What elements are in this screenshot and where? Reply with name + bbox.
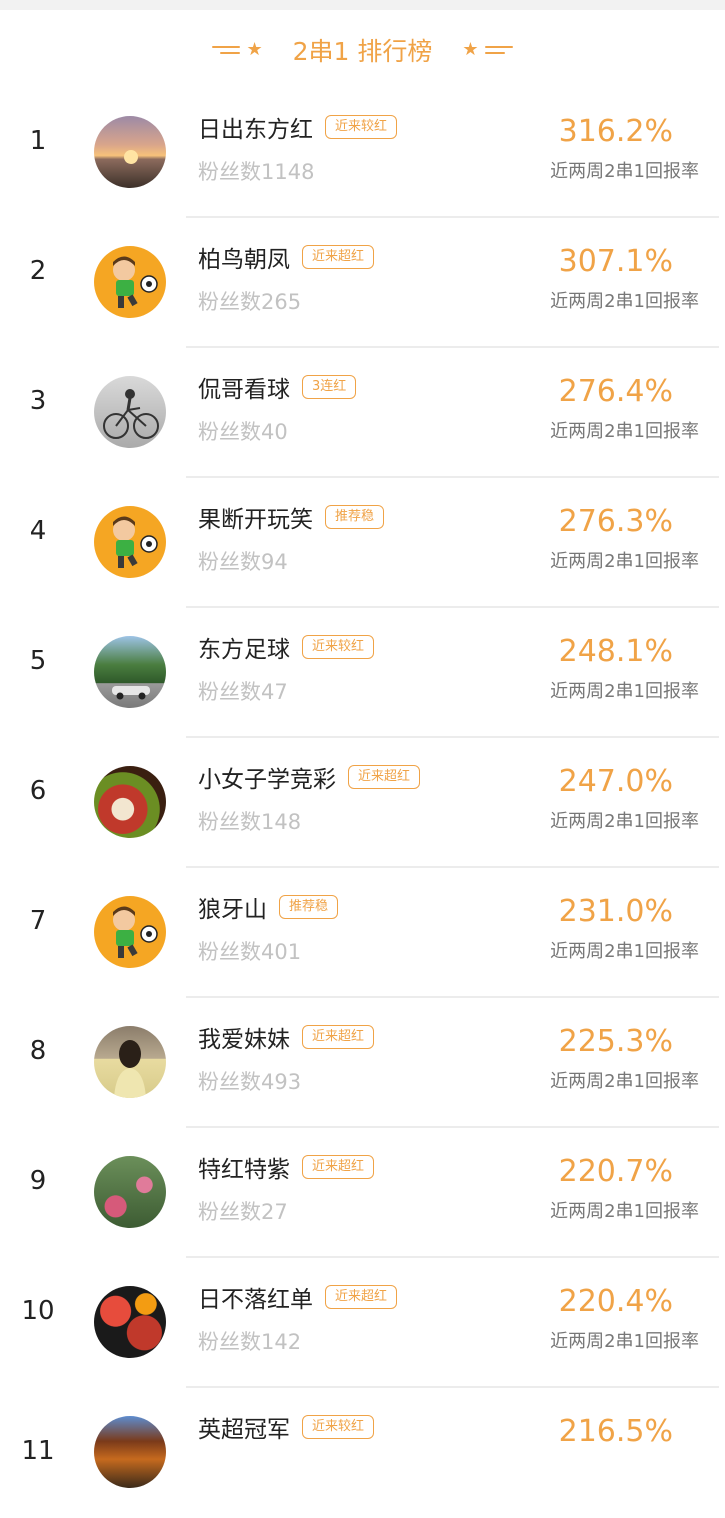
- return-rate-label: 近两周2串1回报率: [550, 681, 699, 702]
- avatar[interactable]: [94, 506, 166, 578]
- rank-number: 4: [29, 516, 47, 546]
- status-badge: 近来超红: [325, 1285, 398, 1309]
- cartoon-footballer-icon: [113, 516, 158, 568]
- fans-count: 粉丝数27: [198, 1200, 288, 1224]
- status-badge: 3连红: [302, 375, 357, 399]
- ranking-row[interactable]: 3 侃哥看球 3连红 粉丝数40 276.4% 近两周2串1回报率: [0, 348, 725, 478]
- ranking-row[interactable]: 2 柏鸟朝凤 近来超红 粉丝数265 307.1% 近两周2串1回报率: [0, 218, 725, 348]
- status-badge: 近来较红: [302, 635, 375, 659]
- avatar[interactable]: [94, 246, 166, 318]
- top-strip: [0, 0, 725, 10]
- avatar[interactable]: [94, 896, 166, 968]
- rank-number: 5: [29, 646, 47, 676]
- ranking-row[interactable]: 4 果断开玩笑 推荐稳 粉丝数94 276.3% 近两周2串1回报率: [0, 478, 725, 608]
- user-name[interactable]: 狼牙山: [198, 890, 267, 924]
- user-name[interactable]: 日出东方红: [198, 110, 313, 144]
- fans-count: 粉丝数47: [198, 680, 288, 704]
- cartoon-footballer-icon: [113, 906, 158, 958]
- user-name[interactable]: 侃哥看球: [198, 370, 290, 404]
- rank-number: 2: [29, 256, 47, 286]
- status-badge: 近来超红: [302, 1025, 375, 1049]
- return-rate: 248.1%: [558, 634, 673, 669]
- return-rate-label: 近两周2串1回报率: [550, 551, 699, 572]
- avatar[interactable]: [94, 376, 166, 448]
- return-rate-label: 近两周2串1回报率: [550, 1071, 699, 1092]
- user-name[interactable]: 特红特紫: [198, 1150, 290, 1184]
- fans-count: 粉丝数265: [198, 290, 302, 314]
- header-ornament-right: ★: [462, 39, 513, 60]
- rank-number: 6: [29, 776, 47, 806]
- avatar[interactable]: [94, 1286, 166, 1358]
- return-rate: 216.5%: [558, 1414, 673, 1449]
- rank-number: 7: [29, 906, 47, 936]
- status-badge: 近来超红: [302, 245, 375, 269]
- ranking-row[interactable]: 6 小女子学竞彩 近来超红 粉丝数148 247.0% 近两周2串1回报率: [0, 738, 725, 868]
- status-badge: 推荐稳: [279, 895, 339, 919]
- cyclist-icon: [103, 389, 159, 439]
- star-icon: ★: [246, 39, 263, 60]
- header-ornament-left: ★: [212, 39, 263, 60]
- status-badge: 近来较红: [325, 115, 398, 139]
- fans-count: 粉丝数148: [198, 810, 302, 834]
- return-rate: 307.1%: [558, 244, 673, 279]
- return-rate: 247.0%: [558, 764, 673, 799]
- return-rate-label: 近两周2串1回报率: [550, 1201, 699, 1222]
- ranking-row[interactable]: 1 日出东方红 近来较红 粉丝数1148 316.2% 近两周2串1回报率: [0, 88, 725, 218]
- avatar[interactable]: [94, 1026, 166, 1098]
- ranking-row[interactable]: 11 英超冠军 近来较红 216.5%: [0, 1388, 725, 1518]
- return-rate-label: 近两周2串1回报率: [550, 291, 699, 312]
- return-rate: 220.4%: [558, 1284, 673, 1319]
- rank-number: 3: [29, 386, 47, 416]
- status-badge: 近来较红: [302, 1415, 375, 1439]
- return-rate: 220.7%: [558, 1154, 673, 1189]
- avatar[interactable]: [94, 636, 166, 708]
- ranking-row[interactable]: 5 东方足球 近来较红 粉丝数47 248.1% 近两周2串1回报率: [0, 608, 725, 738]
- fans-count: 粉丝数401: [198, 940, 302, 964]
- rank-number: 10: [21, 1296, 55, 1326]
- return-rate: 231.0%: [558, 894, 673, 929]
- user-name[interactable]: 我爱妹妹: [198, 1020, 290, 1054]
- ranking-row[interactable]: 7 狼牙山 推荐稳 粉丝数401 231.0% 近两周2串1回报率: [0, 868, 725, 998]
- status-badge: 近来超红: [348, 765, 421, 789]
- cartoon-footballer-icon: [113, 256, 158, 308]
- fans-count: 粉丝数1148: [198, 160, 315, 184]
- avatar[interactable]: [94, 1416, 166, 1488]
- fans-count: 粉丝数94: [198, 550, 288, 574]
- fans-count: 粉丝数493: [198, 1070, 302, 1094]
- avatar[interactable]: [94, 766, 166, 838]
- status-badge: 近来超红: [302, 1155, 375, 1179]
- fans-count: 粉丝数142: [198, 1330, 302, 1354]
- rank-number: 1: [29, 126, 47, 156]
- user-name[interactable]: 东方足球: [198, 630, 290, 664]
- car-icon: [112, 686, 150, 700]
- star-icon: ★: [462, 39, 479, 60]
- user-name[interactable]: 果断开玩笑: [198, 500, 313, 534]
- ranking-row[interactable]: 8 我爱妹妹 近来超红 粉丝数493 225.3% 近两周2串1回报率: [0, 998, 725, 1128]
- return-rate: 225.3%: [558, 1024, 673, 1059]
- return-rate-label: 近两周2串1回报率: [550, 1331, 699, 1352]
- rank-number: 9: [29, 1166, 47, 1196]
- return-rate-label: 近两周2串1回报率: [550, 811, 699, 832]
- ranking-row[interactable]: 9 特红特紫 近来超红 粉丝数27 220.7% 近两周2串1回报率: [0, 1128, 725, 1258]
- return-rate: 316.2%: [558, 114, 673, 149]
- girl-icon: [114, 1040, 146, 1098]
- rank-number: 8: [29, 1036, 47, 1066]
- return-rate: 276.4%: [558, 374, 673, 409]
- rank-number: 11: [21, 1436, 55, 1466]
- status-badge: 推荐稳: [325, 505, 385, 529]
- page-title: 2串1 排行榜: [292, 37, 433, 66]
- ranking-row[interactable]: 10 日不落红单 近来超红 粉丝数142 220.4% 近两周2串1回报率: [0, 1258, 725, 1388]
- user-name[interactable]: 柏鸟朝凤: [198, 240, 290, 274]
- return-rate-label: 近两周2串1回报率: [550, 161, 699, 182]
- user-name[interactable]: 小女子学竞彩: [198, 760, 336, 794]
- user-name[interactable]: 日不落红单: [198, 1280, 313, 1314]
- return-rate-label: 近两周2串1回报率: [550, 941, 699, 962]
- fans-count: 粉丝数40: [198, 420, 288, 444]
- user-name[interactable]: 英超冠军: [198, 1410, 290, 1444]
- avatar[interactable]: [94, 1156, 166, 1228]
- ranking-header: ★ 2串1 排行榜 ★: [0, 10, 725, 90]
- avatar[interactable]: [94, 116, 166, 188]
- return-rate-label: 近两周2串1回报率: [550, 421, 699, 442]
- return-rate: 276.3%: [558, 504, 673, 539]
